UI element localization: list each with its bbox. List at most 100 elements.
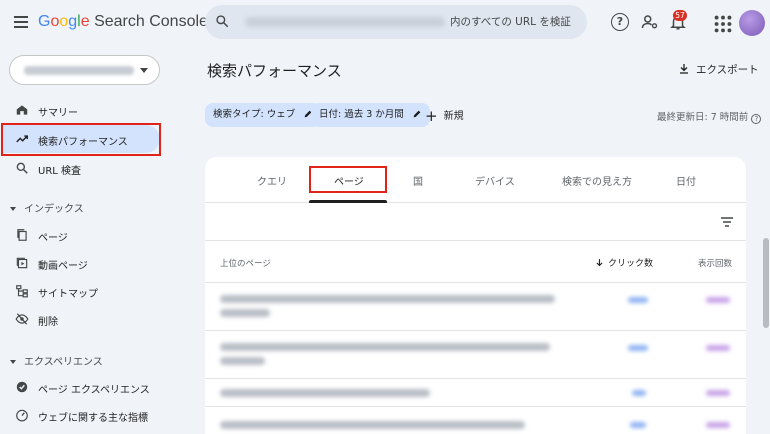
table-row[interactable] bbox=[205, 331, 746, 379]
clicks-label: クリック数 bbox=[608, 259, 654, 269]
blurred-clicks bbox=[628, 345, 648, 351]
logo-letter: G bbox=[38, 13, 51, 30]
blurred-property-name bbox=[24, 66, 134, 75]
notification-badge: 57 bbox=[673, 10, 687, 21]
download-icon bbox=[680, 64, 688, 74]
sidebar-item-video-pages[interactable]: 動画ページ bbox=[0, 249, 168, 277]
column-header-clicks[interactable]: クリック数 bbox=[595, 256, 653, 269]
blurred-clicks bbox=[628, 297, 648, 303]
collapse-icon bbox=[10, 360, 16, 364]
menu-icon[interactable] bbox=[14, 16, 28, 28]
sidebar-item-removals[interactable]: 削除 bbox=[0, 305, 168, 333]
core-web-vitals-icon bbox=[16, 409, 28, 422]
search-icon bbox=[216, 15, 229, 28]
tab-queries[interactable]: クエリ bbox=[257, 173, 287, 188]
apps-grid-icon[interactable] bbox=[714, 15, 732, 33]
sidebar-item-label: 削除 bbox=[38, 317, 58, 328]
logo-text: Search Console bbox=[89, 13, 208, 30]
table-toolbar bbox=[205, 203, 746, 241]
top-bar: Google Search Console 内のすべての URL を検証 ? 5… bbox=[0, 0, 770, 46]
chip-label: 検索タイプ: ウェブ bbox=[213, 109, 296, 120]
pages-icon bbox=[17, 229, 27, 241]
table-row[interactable] bbox=[205, 379, 746, 407]
add-filter-button[interactable]: + 新規 bbox=[425, 107, 464, 125]
blurred-impressions bbox=[706, 345, 730, 351]
sidebar-item-label: ウェブに関する主な指標 bbox=[38, 413, 148, 424]
sidebar-item-sitemaps[interactable]: サイトマップ bbox=[0, 277, 168, 305]
manage-users-icon[interactable] bbox=[641, 13, 659, 31]
sitemap-icon bbox=[16, 285, 28, 298]
table-row[interactable] bbox=[205, 283, 746, 331]
logo-letter: e bbox=[80, 13, 90, 30]
highlight-box-pages-tab bbox=[309, 166, 387, 193]
page-title: 検索パフォーマンス bbox=[207, 62, 342, 80]
filter-rows-icon[interactable] bbox=[721, 217, 733, 227]
table-header: 上位のページ クリック数 表示回数 bbox=[205, 241, 746, 283]
filter-chip-search-type[interactable]: 検索タイプ: ウェブ bbox=[205, 103, 322, 127]
blurred-impressions bbox=[706, 390, 730, 396]
collapse-icon bbox=[10, 207, 16, 211]
filter-chip-date[interactable]: 日付: 過去 3 か月間 bbox=[311, 103, 430, 127]
search-input-text[interactable]: 内のすべての URL を検証 bbox=[450, 14, 571, 29]
edit-icon bbox=[413, 110, 421, 118]
blurred-property-url bbox=[245, 17, 445, 27]
chip-label: 日付: 過去 3 か月間 bbox=[319, 109, 404, 120]
chevron-down-icon bbox=[140, 68, 148, 73]
highlight-box-performance bbox=[1, 123, 161, 156]
blurred-impressions bbox=[706, 422, 730, 428]
property-selector[interactable] bbox=[9, 55, 160, 85]
blurred-clicks bbox=[632, 390, 646, 396]
sidebar-item-label: ページ エクスペリエンス bbox=[38, 385, 150, 396]
tab-search-appearance[interactable]: 検索での見え方 bbox=[562, 173, 632, 188]
sidebar-item-label: 動画ページ bbox=[38, 261, 88, 272]
video-page-icon bbox=[16, 257, 28, 269]
column-header-impressions[interactable]: 表示回数 bbox=[698, 257, 732, 269]
sidebar-item-label: URL 検査 bbox=[38, 166, 82, 177]
sidebar-item-page-experience[interactable]: ページ エクスペリエンス bbox=[0, 373, 168, 401]
blurred-url bbox=[220, 309, 270, 317]
logo-letter: g bbox=[68, 13, 78, 30]
blurred-clicks bbox=[630, 422, 646, 428]
plus-icon: + bbox=[425, 107, 438, 125]
dimension-tabs: クエリ ページ 国 デバイス 検索での見え方 日付 bbox=[205, 157, 746, 203]
blurred-url bbox=[220, 295, 555, 303]
home-icon bbox=[16, 105, 28, 115]
blurred-url bbox=[220, 389, 430, 397]
column-header-page[interactable]: 上位のページ bbox=[220, 257, 271, 269]
sidebar-item-summary[interactable]: サマリー bbox=[0, 96, 168, 124]
scrollbar[interactable] bbox=[763, 238, 769, 328]
sidebar-item-label: サイトマップ bbox=[38, 289, 98, 300]
sidebar-item-url-inspection[interactable]: URL 検査 bbox=[0, 154, 168, 182]
add-filter-label: 新規 bbox=[443, 111, 464, 122]
removals-icon bbox=[15, 313, 29, 325]
last-updated-text: 最終更新日: 7 時間前 bbox=[657, 112, 749, 123]
sidebar-item-pages[interactable]: ページ bbox=[0, 221, 168, 249]
sidebar-item-label: サマリー bbox=[38, 108, 78, 119]
search-icon bbox=[16, 162, 28, 174]
logo-letter: o bbox=[59, 13, 69, 30]
blurred-url bbox=[220, 343, 550, 351]
export-label: エクスポート bbox=[696, 64, 759, 76]
performance-table-card: クエリ ページ 国 デバイス 検索での見え方 日付 上位のページ クリック数 表… bbox=[205, 157, 746, 434]
last-updated: 最終更新日: 7 時間前? bbox=[657, 109, 762, 124]
tab-devices[interactable]: デバイス bbox=[475, 173, 515, 188]
blurred-impressions bbox=[706, 297, 730, 303]
blurred-url bbox=[220, 421, 525, 429]
export-button[interactable]: エクスポート bbox=[678, 62, 759, 77]
blurred-url bbox=[220, 357, 265, 365]
page-experience-icon bbox=[16, 381, 28, 393]
help-icon[interactable]: ? bbox=[611, 13, 629, 31]
sidebar-section-index[interactable]: インデックス bbox=[10, 200, 84, 215]
table-row[interactable] bbox=[205, 407, 746, 434]
section-label: エクスペリエンス bbox=[24, 357, 103, 368]
search-console-logo[interactable]: Google Search Console bbox=[38, 13, 208, 31]
arrow-down-icon bbox=[596, 259, 603, 267]
sidebar-item-label: ページ bbox=[38, 233, 68, 244]
info-icon[interactable]: ? bbox=[751, 114, 762, 124]
section-label: インデックス bbox=[24, 204, 84, 215]
sidebar-section-experience[interactable]: エクスペリエンス bbox=[10, 353, 103, 368]
account-avatar[interactable] bbox=[739, 10, 765, 36]
tab-dates[interactable]: 日付 bbox=[676, 173, 696, 188]
sidebar-item-core-web-vitals[interactable]: ウェブに関する主な指標 bbox=[0, 401, 168, 429]
tab-countries[interactable]: 国 bbox=[413, 173, 423, 188]
